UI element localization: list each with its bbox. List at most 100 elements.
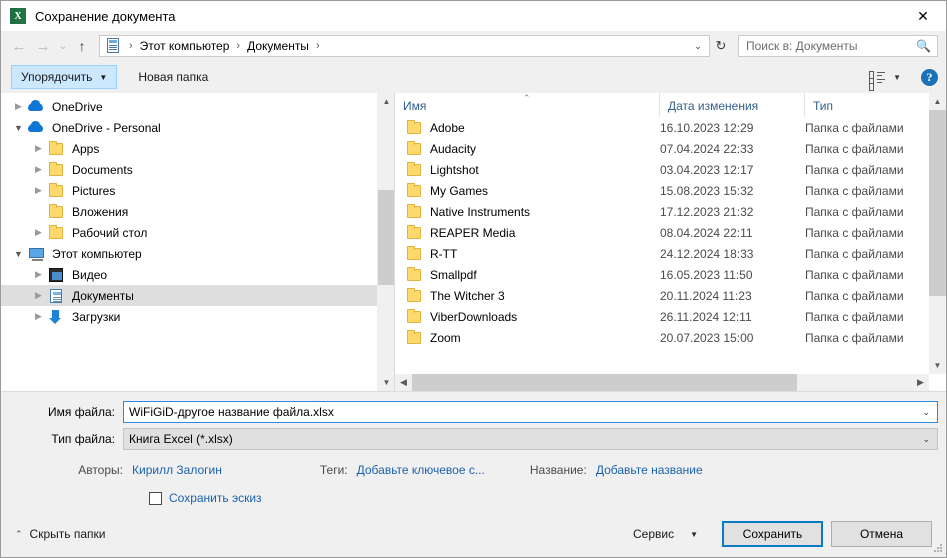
column-header-type[interactable]: Тип: [805, 93, 946, 117]
table-row[interactable]: Audacity 07.04.2024 22:33 Папка с файлами: [395, 138, 929, 159]
tree-item-9[interactable]: ▶ Документы: [1, 285, 394, 306]
column-header-name[interactable]: Имя ⌃: [395, 93, 660, 117]
folder-icon: [406, 224, 423, 241]
file-type-cell: Папка с файлами: [805, 183, 904, 198]
file-list-horizontal-scrollbar[interactable]: ◀ ▶: [395, 374, 929, 391]
documents-icon: [48, 288, 65, 304]
chevron-down-icon: ▼: [99, 72, 108, 82]
column-headers: Имя ⌃ Дата изменения Тип: [395, 93, 946, 117]
hide-folders-label: Скрыть папки: [29, 527, 106, 541]
tree-twisty-icon[interactable]: ▼: [9, 249, 28, 259]
tree-item-8[interactable]: ▶ Видео: [1, 264, 394, 285]
change-view-button[interactable]: ▼: [865, 65, 905, 91]
tree-scroll-up-icon[interactable]: ▲: [378, 93, 394, 110]
hide-folders-button[interactable]: ⌃ Скрыть папки: [15, 527, 105, 541]
tree-item-3[interactable]: ▶ Documents: [1, 159, 394, 180]
tree-item-6[interactable]: ▶ Рабочий стол: [1, 222, 394, 243]
view-list-icon: [869, 70, 886, 91]
tree-item-4[interactable]: ▶ Pictures: [1, 180, 394, 201]
close-icon[interactable]: ✕: [900, 1, 946, 31]
list-scroll-left-icon[interactable]: ◀: [395, 374, 412, 391]
tools-button[interactable]: Сервис ▼: [625, 522, 706, 546]
tree-item-10[interactable]: ▶ Загрузки: [1, 306, 394, 327]
search-input[interactable]: Поиск в: Документы 🔍: [738, 35, 938, 57]
save-form: Имя файла: WiFiGiD-другое название файла…: [1, 391, 946, 511]
table-row[interactable]: Native Instruments 17.12.2023 21:32 Папка …: [395, 201, 929, 222]
tree-item-7[interactable]: ▼ Этот компьютер: [1, 243, 394, 264]
tree-twisty-icon[interactable]: ▶: [9, 101, 28, 112]
hscroll-thumb[interactable]: [412, 374, 797, 391]
recent-locations-chevron-down-icon[interactable]: ⌄: [55, 34, 71, 58]
authors-value-link[interactable]: Кирилл Залогин: [132, 463, 222, 477]
title-value-link[interactable]: Добавьте название: [596, 463, 703, 477]
folder-icon: [48, 224, 65, 241]
column-header-date[interactable]: Дата изменения: [660, 93, 805, 117]
tree-item-2[interactable]: ▶ Apps: [1, 138, 394, 159]
tree-twisty-icon[interactable]: ▶: [29, 185, 48, 196]
tree-twisty-icon[interactable]: ▶: [29, 227, 48, 238]
save-thumbnail-label[interactable]: Сохранить эскиз: [169, 491, 262, 505]
breadcrumb-chevron-down-icon[interactable]: ⌄: [689, 36, 707, 56]
window-title: Сохранение документа: [35, 8, 176, 24]
tree-twisty-icon[interactable]: ▶: [29, 164, 48, 175]
breadcrumb-item-this-pc[interactable]: Этот компьютер: [138, 38, 232, 54]
table-row[interactable]: Smallpdf 16.05.2023 11:50 Папка с файлами: [395, 264, 929, 285]
tree-scrollbar-thumb: [378, 190, 394, 285]
file-name-label: Audacity: [430, 141, 477, 156]
table-row[interactable]: Adobe 16.10.2023 12:29 Папка с файлами: [395, 117, 929, 138]
resize-grip[interactable]: [933, 544, 943, 554]
table-row[interactable]: Zoom 20.07.2023 15:00 Папка с файлами: [395, 327, 929, 348]
filename-input[interactable]: WiFiGiD-другое название файла.xlsx ⌄: [123, 401, 938, 423]
file-name-label: Adobe: [430, 120, 465, 135]
metadata-row: Авторы: Кирилл Залогин Теги: Добавьте кл…: [1, 457, 946, 483]
tree-twisty-icon[interactable]: ▶: [29, 290, 48, 301]
file-date-cell: 26.11.2024 12:11: [660, 309, 752, 324]
up-arrow-icon[interactable]: ↑: [71, 34, 93, 58]
file-date-cell: 16.10.2023 12:29: [660, 120, 754, 135]
hscroll-track[interactable]: [412, 374, 912, 391]
tree-twisty-icon[interactable]: ▼: [9, 123, 28, 133]
list-scroll-down-icon[interactable]: ▼: [929, 357, 946, 374]
tree-item-5[interactable]: Вложения: [1, 201, 394, 222]
tree-scroll-down-icon[interactable]: ▼: [378, 374, 394, 391]
breadcrumb-item-documents[interactable]: Документы: [245, 38, 311, 54]
tree-item-0[interactable]: ▶ OneDrive: [1, 96, 394, 117]
back-button-icon[interactable]: ←: [7, 34, 31, 58]
filetype-value: Книга Excel (*.xlsx): [129, 432, 233, 446]
breadcrumb[interactable]: › Этот компьютер › Документы › ⌄: [99, 35, 710, 57]
help-icon[interactable]: ?: [921, 68, 938, 86]
tree-twisty-icon[interactable]: ▶: [29, 311, 48, 322]
file-list-vertical-scrollbar[interactable]: ▲ ▼: [929, 93, 946, 374]
tree-item-label: Этот компьютер: [52, 246, 142, 261]
chevron-down-icon[interactable]: ⌄: [917, 434, 935, 445]
search-placeholder: Поиск в: Документы: [746, 39, 858, 53]
chevron-down-icon: ▼: [893, 72, 901, 82]
table-row[interactable]: My Games 15.08.2023 15:32 Папка с файлами: [395, 180, 929, 201]
table-row[interactable]: R-TT 24.12.2024 18:33 Папка с файлами: [395, 243, 929, 264]
forward-button-icon[interactable]: →: [31, 34, 55, 58]
tree-scrollbar[interactable]: ▲ ▼: [377, 93, 394, 391]
file-date-cell: 20.07.2023 15:00: [660, 330, 754, 345]
filetype-select[interactable]: Книга Excel (*.xlsx) ⌄: [123, 428, 938, 450]
cancel-button[interactable]: Отмена: [831, 521, 932, 547]
file-name-cell: R-TT: [395, 245, 660, 262]
scrollbar-corner: [929, 374, 946, 391]
list-scroll-up-icon[interactable]: ▲: [929, 93, 946, 110]
table-row[interactable]: The Witcher 3 20.11.2024 11:23 Папка с фай…: [395, 285, 929, 306]
tree-item-1[interactable]: ▼ OneDrive - Personal: [1, 117, 394, 138]
tags-value-link[interactable]: Добавьте ключевое с...: [357, 463, 485, 477]
save-thumbnail-checkbox[interactable]: [149, 491, 162, 505]
table-row[interactable]: ViberDownloads 26.11.2024 12:11 Папка с фа…: [395, 306, 929, 327]
refresh-icon[interactable]: ↻: [710, 35, 732, 57]
organize-button[interactable]: Упорядочить ▼: [11, 65, 118, 89]
save-button[interactable]: Сохранить: [722, 521, 823, 547]
list-scroll-right-icon[interactable]: ▶: [912, 374, 929, 391]
tree-twisty-icon[interactable]: ▶: [29, 269, 48, 280]
tree-twisty-icon[interactable]: ▶: [29, 143, 48, 154]
chevron-down-icon[interactable]: ⌄: [917, 407, 935, 418]
filetype-label: Тип файла:: [51, 432, 115, 446]
table-row[interactable]: Lightshot 03.04.2023 12:17 Папка с файлами: [395, 159, 929, 180]
folder-icon: [48, 203, 65, 220]
new-folder-button[interactable]: Новая папка: [127, 65, 219, 89]
table-row[interactable]: REAPER Media 08.04.2024 22:11 Папка с файл…: [395, 222, 929, 243]
